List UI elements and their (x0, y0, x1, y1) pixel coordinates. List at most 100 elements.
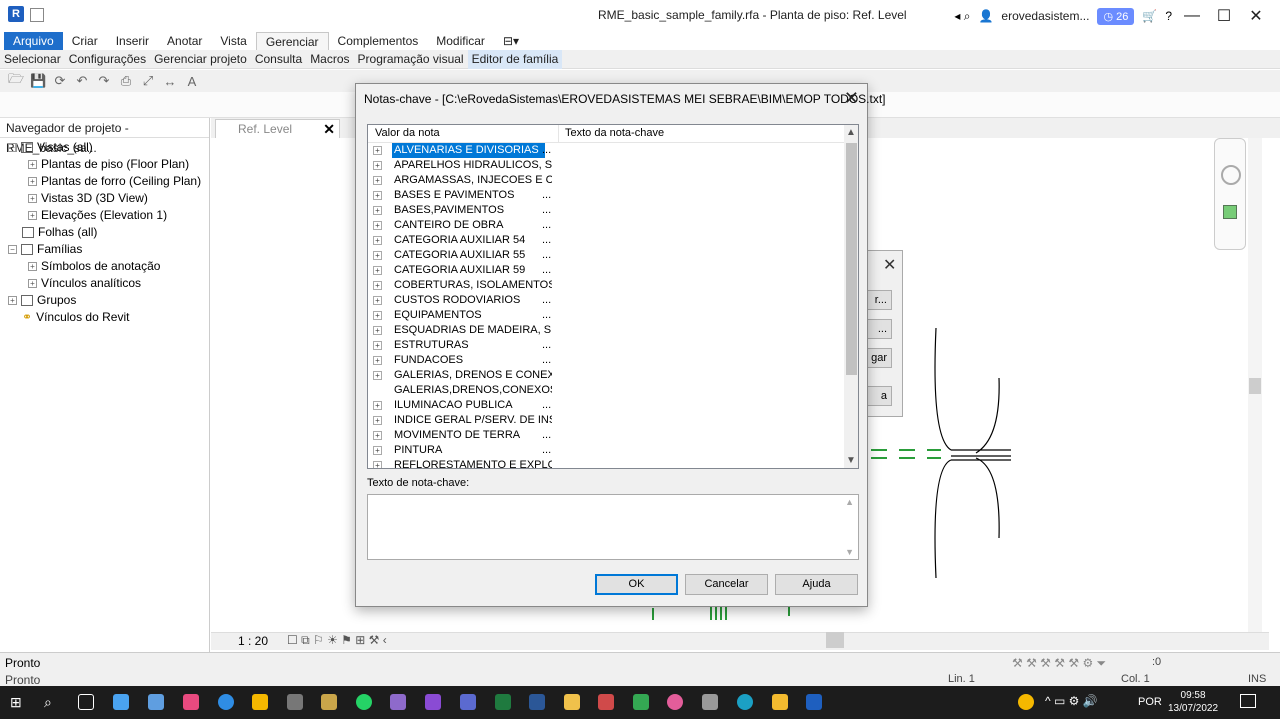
keynote-row[interactable]: + FUNDACOES... (368, 353, 844, 368)
cancel-button[interactable]: Cancelar (685, 574, 768, 595)
nav-item-analytical-links[interactable]: + Vínculos analíticos (0, 275, 209, 292)
text-icon[interactable]: A (184, 74, 200, 89)
edge-legacy-icon[interactable] (218, 694, 234, 710)
expand-icon[interactable]: + (373, 371, 382, 380)
minimize-button[interactable]: — (1180, 7, 1204, 25)
view-tab-ref-level[interactable]: Ref. Level ✕ (215, 119, 340, 138)
binoculars-icon[interactable]: ◂ ⌕ (954, 9, 970, 24)
search-icon[interactable]: ⌕ (44, 694, 60, 710)
keynote-text-field[interactable]: ▲ ▼ (367, 494, 859, 560)
nav-item-revit-links[interactable]: ⚭ Vínculos do Revit (0, 309, 209, 326)
document-icon[interactable] (30, 8, 44, 22)
keynote-row[interactable]: + BASES E PAVIMENTOS... (368, 188, 844, 203)
keynote-row[interactable]: + MOVIMENTO DE TERRA... (368, 428, 844, 443)
keynote-row[interactable]: + ESTRUTURAS... (368, 338, 844, 353)
expand-icon[interactable]: + (373, 176, 382, 185)
view-control-icons[interactable]: ☐ ⧉ ⚐ ☀ ⚑ ⊞ ⚒ ‹ (287, 633, 387, 648)
cart-icon[interactable]: 🛒 (1142, 9, 1157, 23)
nav-item-floor-plans[interactable]: + Plantas de piso (Floor Plan) (0, 156, 209, 173)
keynote-row[interactable]: + ARGAMASSAS, INJECOES E CO... (368, 173, 844, 188)
clock[interactable]: 09:58 13/07/2022 (1168, 689, 1218, 715)
revit-taskbar-icon[interactable] (806, 694, 822, 710)
tree-scrollbar-thumb[interactable] (846, 143, 857, 375)
help-button[interactable]: Ajuda (775, 574, 858, 595)
measure-icon[interactable]: ⤢ (140, 73, 156, 89)
undo-icon[interactable]: ↶ (74, 73, 90, 89)
keynote-row[interactable]: + ALVENARIAS E DIVISORIAS... (368, 143, 844, 158)
keynote-row[interactable]: + ILUMINACAO PUBLICA... (368, 398, 844, 413)
expand-icon[interactable]: + (373, 146, 382, 155)
close-view-icon[interactable]: ✕ (323, 120, 335, 138)
user-icon[interactable]: 👤 (978, 9, 993, 23)
app-icon-4[interactable] (633, 694, 649, 710)
ribbon-options-icon[interactable]: ⊟▾ (494, 32, 528, 50)
edge-icon[interactable] (737, 694, 753, 710)
word-icon[interactable] (529, 694, 545, 710)
language-indicator[interactable]: POR (1138, 696, 1162, 708)
scroll-up-icon[interactable]: ▲ (846, 127, 856, 138)
keynote-row[interactable]: + REFLORESTAMENTO E EXPLO... (368, 458, 844, 468)
calculator-icon[interactable] (287, 694, 303, 710)
expand-icon[interactable]: + (373, 161, 382, 170)
revit-logo-icon[interactable]: R (8, 6, 24, 22)
task-view-icon[interactable] (78, 694, 94, 710)
text-scroll-up-icon[interactable]: ▲ (845, 497, 854, 507)
tab-criar[interactable]: Criar (63, 32, 107, 50)
files-icon[interactable] (252, 694, 268, 710)
nav-item-folhas[interactable]: Folhas (all) (0, 224, 209, 241)
camera-icon[interactable] (702, 694, 718, 710)
scroll-down-icon[interactable]: ▼ (846, 455, 856, 466)
filter-count[interactable]: :0 (1152, 656, 1161, 668)
redo-icon[interactable]: ↷ (96, 73, 112, 89)
expand-icon[interactable]: + (373, 326, 382, 335)
whatsapp-icon[interactable] (356, 694, 372, 710)
tab-anotar[interactable]: Anotar (158, 32, 211, 50)
subtab-macros[interactable]: Macros (306, 50, 353, 69)
keynote-row[interactable]: + CUSTOS RODOVIARIOS... (368, 293, 844, 308)
subtab-consulta[interactable]: Consulta (251, 50, 306, 69)
selection-filter-icons[interactable]: ⚒ ⚒ ⚒ ⚒ ⚒ ⚙ ⏷ (1012, 656, 1106, 671)
mail-icon[interactable] (113, 694, 129, 710)
keynote-row[interactable]: + CATEGORIA AUXILIAR 59... (368, 263, 844, 278)
sync-icon[interactable]: ⟳ (52, 73, 68, 89)
subtab-programacao-visual[interactable]: Programação visual (354, 50, 468, 69)
app-icon-3[interactable] (598, 694, 614, 710)
expand-icon[interactable]: + (373, 401, 382, 410)
tab-modificar[interactable]: Modificar (427, 32, 494, 50)
tab-vista[interactable]: Vista (211, 32, 255, 50)
nav-item-vistas[interactable]: − Vistas (all) (0, 139, 209, 156)
binance-icon[interactable] (772, 694, 788, 710)
expand-icon[interactable]: + (373, 251, 382, 260)
tab-gerenciar[interactable]: Gerenciar (255, 31, 329, 51)
expand-icon[interactable]: + (373, 221, 382, 230)
windows-start-icon[interactable]: ⊞ (10, 694, 26, 710)
notifications-badge[interactable]: ◷ 26 (1097, 7, 1135, 25)
save-icon[interactable]: 💾 (30, 73, 46, 89)
expand-icon[interactable]: + (373, 191, 382, 200)
expand-icon[interactable]: + (373, 341, 382, 350)
nav-item-familias[interactable]: − Famílias (0, 241, 209, 258)
view-scale[interactable]: 1 : 20 (238, 633, 268, 649)
column-header-text[interactable]: Texto da nota-chave (565, 127, 664, 139)
nav-item-ceiling-plans[interactable]: + Plantas de forro (Ceiling Plan) (0, 173, 209, 190)
dimension-icon[interactable]: ↔ (162, 74, 178, 89)
steering-wheel-icon[interactable] (1221, 165, 1241, 185)
maximize-button[interactable]: ☐ (1212, 6, 1236, 26)
expand-icon[interactable]: + (373, 311, 382, 320)
app-icon-2[interactable] (390, 694, 406, 710)
expand-icon[interactable]: + (373, 446, 382, 455)
zoom-region-icon[interactable] (1223, 205, 1237, 219)
folder-icon[interactable] (564, 694, 580, 710)
keynote-row[interactable]: GALERIAS,DRENOS,CONEXOS ... (368, 383, 844, 398)
navigation-bar[interactable] (1214, 138, 1246, 250)
open-icon[interactable]: 🗁 (8, 70, 24, 92)
help-taskbar-icon[interactable] (1018, 694, 1034, 710)
keynote-row[interactable]: + PINTURA... (368, 443, 844, 458)
keynote-row[interactable]: + CANTEIRO DE OBRA... (368, 218, 844, 233)
keynote-row[interactable]: + INDICE GERAL P/SERV. DE INS... (368, 413, 844, 428)
expand-icon[interactable]: + (373, 236, 382, 245)
excel-icon[interactable] (495, 694, 511, 710)
background-dialog-close-icon[interactable]: ✕ (883, 255, 896, 275)
keynote-tree[interactable]: Valor da nota Texto da nota-chave + ALVEN… (367, 124, 859, 469)
keynote-row[interactable]: + CATEGORIA AUXILIAR 54... (368, 233, 844, 248)
